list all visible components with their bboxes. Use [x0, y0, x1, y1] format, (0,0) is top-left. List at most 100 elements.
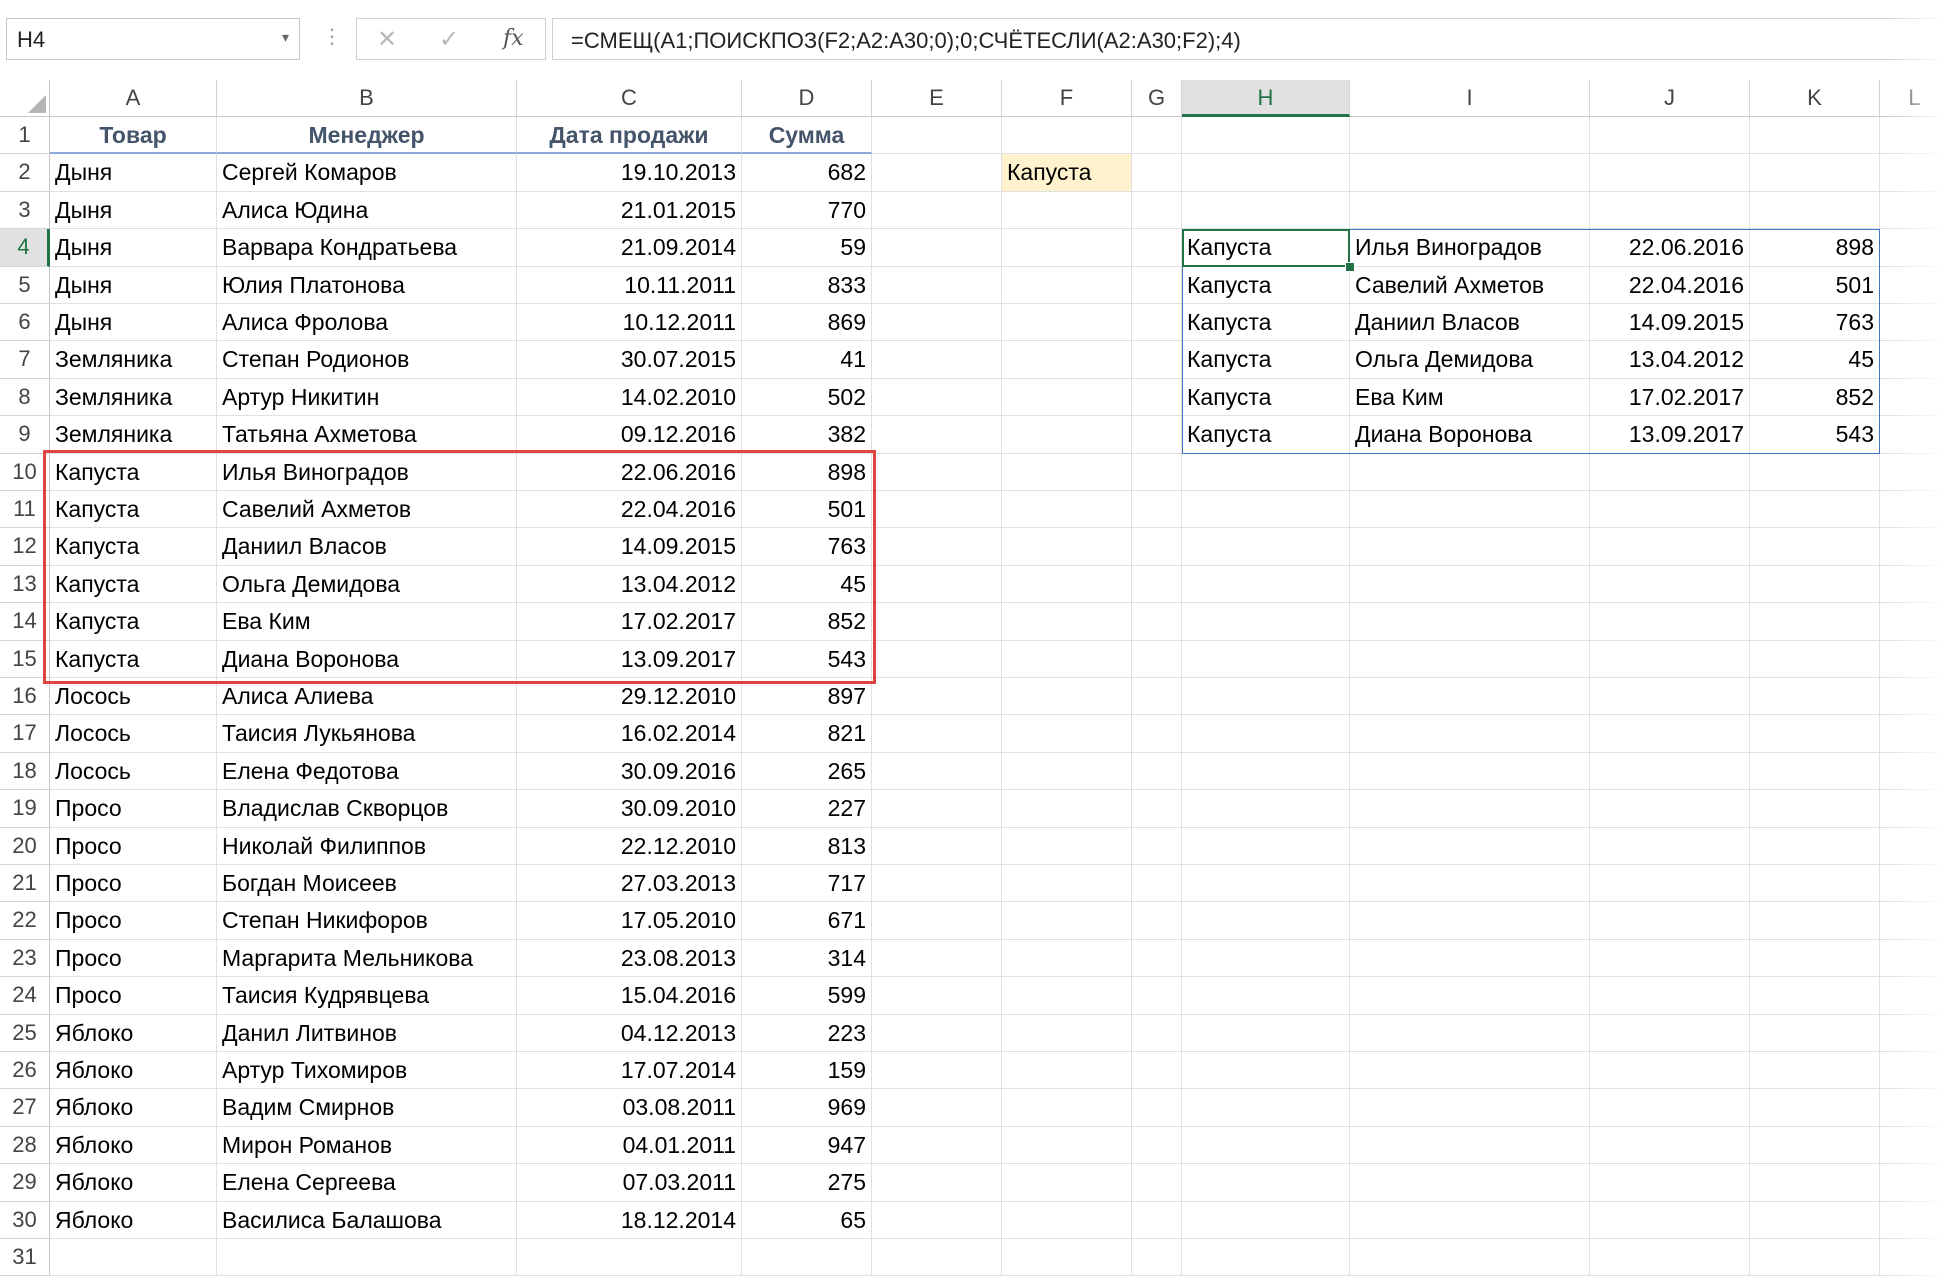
result-cell[interactable]: Капуста [1182, 304, 1350, 342]
cell[interactable] [872, 378, 1002, 417]
cell[interactable] [1350, 827, 1590, 865]
table-cell[interactable]: Мирон Романов [217, 1126, 517, 1165]
table-cell[interactable]: Вадим Смирнов [217, 1089, 517, 1127]
cell[interactable] [1182, 565, 1350, 604]
cell[interactable] [1880, 1164, 1947, 1202]
criteria-cell-f2[interactable]: Капуста [1002, 154, 1132, 192]
cell[interactable] [1182, 154, 1350, 192]
cell[interactable] [1750, 1052, 1880, 1090]
cell[interactable] [1182, 1089, 1350, 1127]
table-cell[interactable]: Яблоко [50, 1052, 217, 1090]
cell[interactable] [1132, 341, 1182, 379]
cell[interactable] [1350, 603, 1590, 641]
table-cell[interactable]: Дыня [50, 154, 217, 192]
cell[interactable] [1350, 1089, 1590, 1127]
cell[interactable] [1880, 715, 1947, 753]
cell[interactable] [1880, 192, 1947, 230]
cell[interactable] [1750, 1164, 1880, 1202]
cell[interactable] [872, 491, 1002, 529]
table-cell[interactable]: 682 [742, 154, 872, 192]
table-cell[interactable]: Данил Литвинов [217, 1014, 517, 1052]
table-cell[interactable]: 41 [742, 341, 872, 379]
cell[interactable] [1132, 154, 1182, 192]
cell[interactable] [1002, 939, 1132, 978]
table-cell[interactable]: Яблоко [50, 1126, 217, 1165]
cell[interactable] [872, 565, 1002, 604]
cell[interactable] [1750, 453, 1880, 491]
table-cell[interactable]: Капуста [50, 528, 217, 566]
table-cell[interactable]: Просо [50, 902, 217, 940]
result-cell[interactable]: Савелий Ахметов [1350, 266, 1590, 304]
table-cell[interactable]: 227 [742, 790, 872, 828]
table-cell[interactable]: Капуста [50, 565, 217, 604]
cell[interactable] [1182, 453, 1350, 491]
row-header-31[interactable]: 31 [0, 1239, 50, 1277]
cell[interactable] [1182, 640, 1350, 678]
cell[interactable] [1002, 678, 1132, 716]
cell[interactable] [1350, 977, 1590, 1015]
table-cell[interactable]: 04.01.2011 [517, 1126, 742, 1165]
table-cell[interactable]: 869 [742, 304, 872, 342]
result-cell[interactable]: 17.02.2017 [1590, 378, 1750, 417]
cell[interactable] [1590, 752, 1750, 791]
cell[interactable] [1880, 1127, 1947, 1165]
cell[interactable] [517, 1239, 742, 1277]
more-options-icon[interactable]: ⋮ [322, 24, 342, 49]
row-header-9[interactable]: 9 [0, 416, 50, 454]
cell[interactable] [1132, 191, 1182, 230]
table-cell[interactable]: 30.09.2016 [517, 752, 742, 791]
table-cell[interactable]: Просо [50, 865, 217, 903]
table-cell[interactable]: 671 [742, 902, 872, 940]
cell[interactable] [1132, 678, 1182, 716]
cell[interactable] [1132, 1126, 1182, 1165]
cell[interactable] [1880, 1202, 1947, 1239]
cell[interactable] [1182, 865, 1350, 903]
result-cell[interactable]: 13.04.2012 [1590, 341, 1750, 379]
cell[interactable] [1880, 678, 1947, 716]
cell[interactable] [1590, 1089, 1750, 1127]
table-cell[interactable]: 15.04.2016 [517, 977, 742, 1015]
cell[interactable] [1132, 1201, 1182, 1239]
table-cell[interactable]: Яблоко [50, 1089, 217, 1127]
table-cell[interactable]: 897 [742, 678, 872, 716]
table-cell[interactable]: 852 [742, 603, 872, 641]
table-cell[interactable]: 501 [742, 491, 872, 529]
table-cell[interactable]: Маргарита Мельникова [217, 939, 517, 978]
cell[interactable] [1880, 304, 1947, 342]
cell[interactable] [1880, 566, 1947, 604]
cell[interactable] [1750, 528, 1880, 566]
cell[interactable] [1002, 266, 1132, 304]
table-cell[interactable]: 45 [742, 565, 872, 604]
table-cell[interactable]: 813 [742, 827, 872, 865]
row-header-12[interactable]: 12 [0, 528, 50, 566]
result-cell[interactable]: 852 [1750, 378, 1880, 417]
table-cell[interactable]: 821 [742, 715, 872, 753]
cell[interactable] [1132, 939, 1182, 978]
table-cell[interactable]: Юлия Платонова [217, 266, 517, 304]
column-header-j[interactable]: J [1590, 80, 1750, 117]
column-header-e[interactable]: E [872, 80, 1002, 117]
selected-cell[interactable] [1182, 229, 1350, 267]
cell[interactable] [872, 528, 1002, 566]
cell[interactable] [872, 154, 1002, 192]
cell[interactable] [1350, 528, 1590, 566]
cell[interactable] [1132, 1014, 1182, 1052]
row-header-16[interactable]: 16 [0, 678, 50, 716]
cell[interactable] [1590, 790, 1750, 828]
result-cell[interactable]: 45 [1750, 341, 1880, 379]
row-header-30[interactable]: 30 [0, 1201, 50, 1239]
result-cell[interactable]: Капуста [1182, 266, 1350, 304]
cell[interactable] [1350, 678, 1590, 716]
table-cell[interactable]: Артур Тихомиров [217, 1052, 517, 1090]
cell[interactable] [1590, 1052, 1750, 1090]
table-cell[interactable]: Богдан Моисеев [217, 865, 517, 903]
cell[interactable] [872, 790, 1002, 828]
row-header-7[interactable]: 7 [0, 341, 50, 379]
cell[interactable] [872, 640, 1002, 678]
table-header-cell[interactable]: Сумма [742, 117, 872, 155]
cell[interactable] [1132, 1164, 1182, 1202]
table-cell[interactable]: 14.02.2010 [517, 378, 742, 417]
result-cell[interactable]: Диана Воронова [1350, 416, 1590, 454]
table-cell[interactable]: 16.02.2014 [517, 715, 742, 753]
cell[interactable] [1002, 790, 1132, 828]
